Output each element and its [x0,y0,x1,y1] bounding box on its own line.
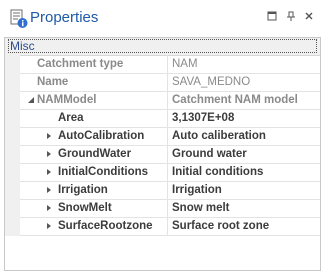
collapsed-triangle-icon[interactable] [45,168,53,176]
property-row-name[interactable]: Name SAVA_MEDNO [5,73,320,92]
row-gutter [5,109,20,128]
property-row-groundwater[interactable]: GroundWater Ground water [5,145,320,164]
expanded-triangle-icon[interactable] [27,96,35,104]
collapsed-triangle-icon[interactable] [45,150,53,158]
properties-panel: Properties Misc Catchment type NAM Name [0,0,325,275]
panel-titlebar: Properties [0,0,325,37]
property-value: 3,1307E+08 [172,112,235,124]
property-name: SurfaceRootzone [58,220,153,232]
properties-icon [10,9,28,28]
collapsed-triangle-icon[interactable] [45,186,53,194]
property-name: Area [58,112,84,124]
window-position-button[interactable] [265,11,279,25]
property-name: InitialConditions [58,166,149,178]
row-gutter [5,73,20,92]
property-value: NAM [172,58,198,70]
window-position-icon [267,11,277,21]
property-row-autocalibration[interactable]: AutoCalibration Auto caliberation [5,127,320,146]
property-value: Catchment NAM model [172,94,298,106]
row-gutter [5,199,20,218]
property-row-surfacerootzone[interactable]: SurfaceRootzone Surface root zone [5,217,320,236]
property-name: Irrigation [58,184,108,196]
property-value: Snow melt [172,202,230,214]
collapsed-triangle-icon[interactable] [45,132,53,140]
row-gutter [5,55,20,74]
column-divider[interactable] [167,91,168,110]
row-gutter [5,91,20,110]
column-divider[interactable] [167,127,168,146]
property-name: SnowMelt [58,202,112,214]
collapsed-triangle-icon[interactable] [45,204,53,212]
property-value: Ground water [172,148,247,160]
column-divider[interactable] [167,73,168,92]
row-gutter [5,181,20,200]
property-value: SAVA_MEDNO [172,76,251,88]
property-row-initialconditions[interactable]: InitialConditions Initial conditions [5,163,320,182]
property-value: Initial conditions [172,166,264,178]
row-gutter [5,217,20,236]
column-divider[interactable] [167,217,168,236]
property-value: Auto caliberation [172,130,266,142]
property-name: GroundWater [58,148,132,160]
property-row-area[interactable]: Area 3,1307E+08 [5,109,320,128]
pin-icon [287,11,295,21]
focus-rectangle [8,39,317,53]
close-button[interactable] [302,11,316,25]
close-icon [305,12,313,20]
row-gutter [5,145,20,164]
row-gutter [5,163,20,182]
property-value: Irrigation [172,184,222,196]
column-divider[interactable] [167,181,168,200]
row-gutter [5,127,20,146]
property-row-catchment-type[interactable]: Catchment type NAM [5,55,320,74]
property-name: Name [37,76,69,88]
column-divider[interactable] [167,145,168,164]
property-row-snowmelt[interactable]: SnowMelt Snow melt [5,199,320,218]
property-grid: Misc Catchment type NAM Name SAVA_MEDNO … [4,37,321,271]
auto-hide-button[interactable] [284,11,298,25]
column-divider[interactable] [167,109,168,128]
property-name: Catchment type [37,58,124,70]
column-divider[interactable] [167,55,168,74]
collapsed-triangle-icon[interactable] [45,222,53,230]
property-row-nammodel[interactable]: NAMModel Catchment NAM model [5,91,320,110]
column-divider[interactable] [167,199,168,218]
property-name: NAMModel [37,94,97,106]
property-value: Surface root zone [172,220,270,232]
property-name: AutoCalibration [58,130,145,142]
column-divider[interactable] [167,163,168,182]
panel-title: Properties [30,9,99,26]
category-label: Misc [10,39,35,53]
category-misc[interactable]: Misc [5,38,320,56]
property-row-irrigation[interactable]: Irrigation Irrigation [5,181,320,200]
